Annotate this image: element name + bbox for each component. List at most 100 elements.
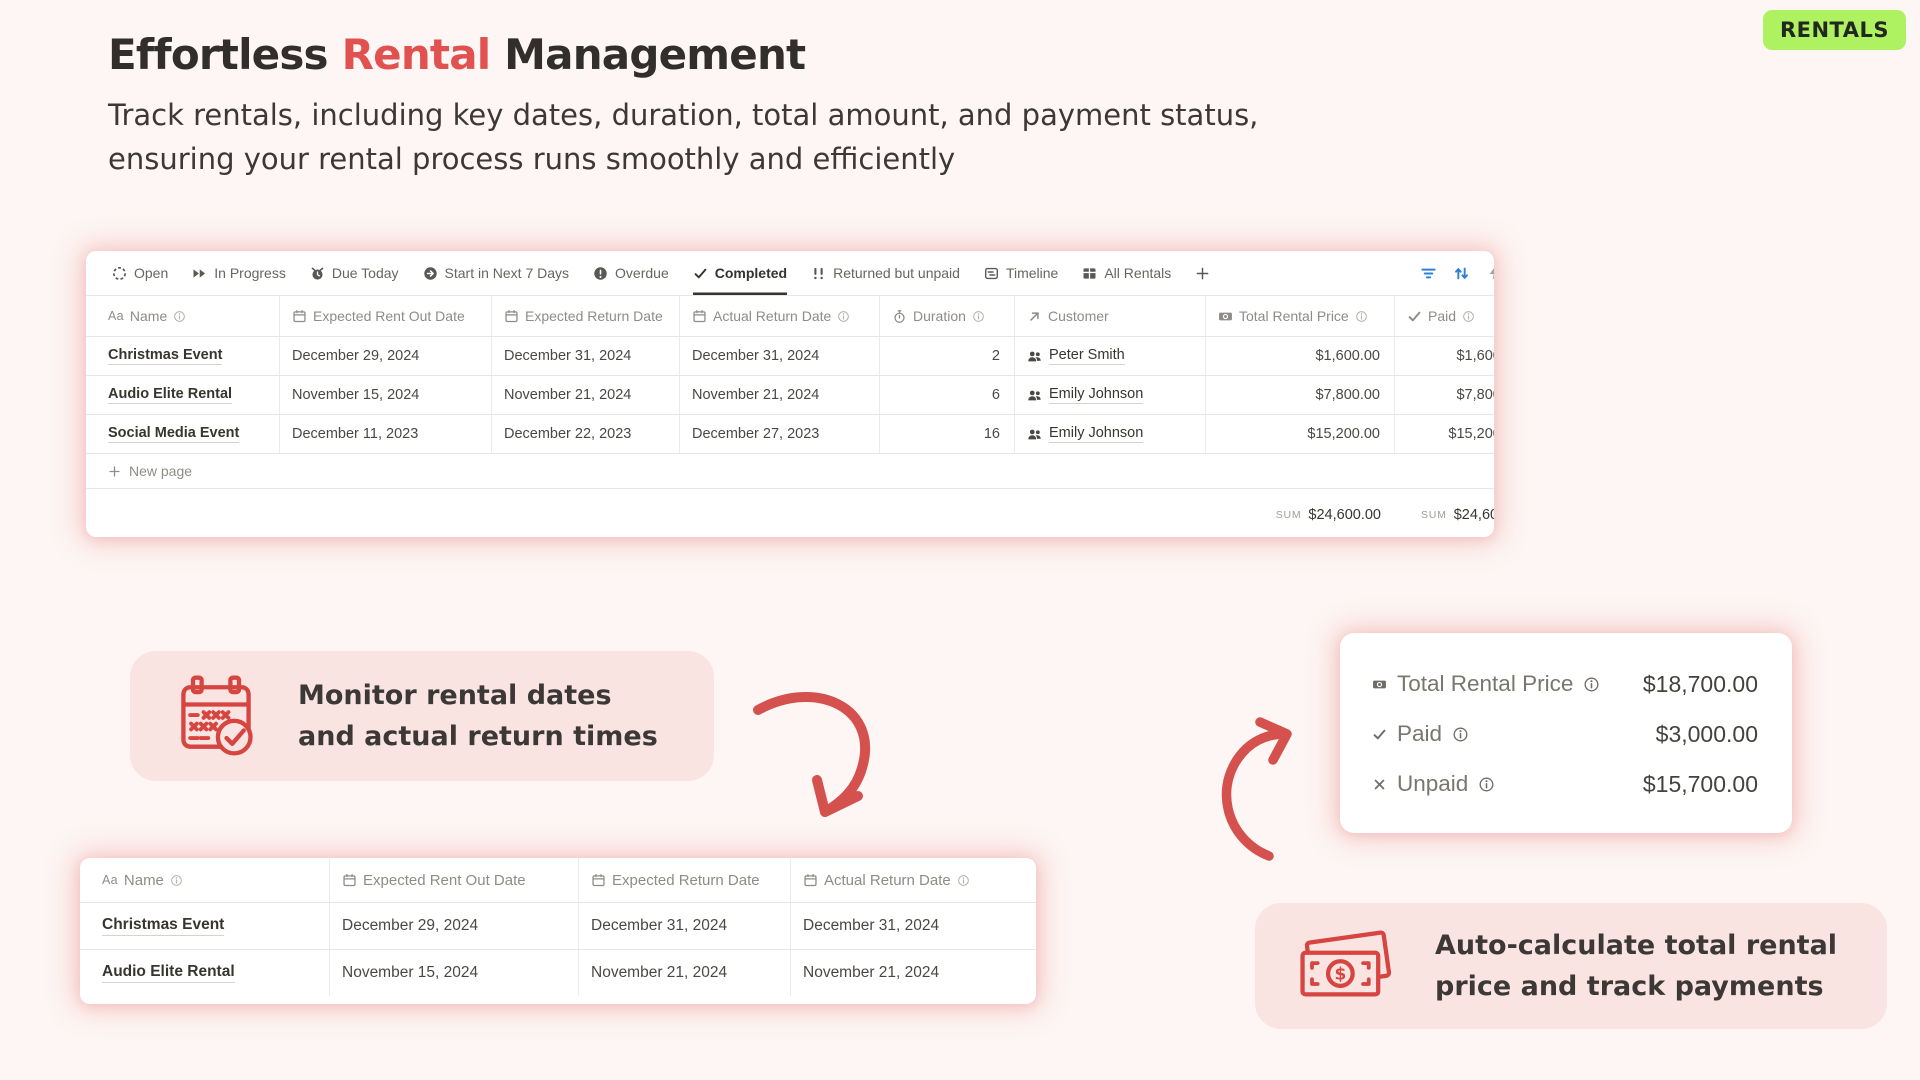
inprogress-icon: [192, 266, 207, 281]
cell-rent_out: December 29, 2024: [280, 337, 492, 375]
cell-customer: Emily Johnson: [1015, 415, 1206, 453]
tab-label: Completed: [715, 265, 787, 281]
grid-icon: [1082, 266, 1097, 281]
tab-due-today[interactable]: Due Today: [310, 251, 399, 295]
page-link[interactable]: Audio Elite Rental: [102, 963, 235, 983]
sum-paid[interactable]: SUM $24,600.00: [1395, 491, 1494, 537]
calendar-check-icon: [170, 670, 262, 762]
page-link[interactable]: Christmas Event: [102, 916, 224, 936]
tab-label: Overdue: [615, 265, 669, 281]
page: Effortless Rental Management Track renta…: [0, 0, 1920, 1080]
sum-paid-value: $24,600.00: [1454, 507, 1494, 523]
cell-duration: 16: [880, 415, 1015, 453]
column-label: Paid: [1428, 308, 1456, 324]
column-header-actual-return-date[interactable]: Actual Return Date: [791, 858, 1036, 902]
tab-returned-but-unpaid[interactable]: Returned but unpaid: [811, 251, 960, 295]
filter-icon[interactable]: [1420, 265, 1437, 282]
tab-in-progress[interactable]: In Progress: [192, 251, 286, 295]
column-label: Duration: [913, 308, 966, 324]
checkmark-icon: [1372, 727, 1387, 742]
tab-all-rentals[interactable]: All Rentals: [1082, 251, 1171, 295]
sum-total-rental-price[interactable]: SUM $24,600.00: [1206, 491, 1395, 537]
stat-value: $3,000.00: [1656, 721, 1758, 748]
cell-customer: Emily Johnson: [1015, 376, 1206, 414]
column-label: Expected Rent Out Date: [363, 872, 526, 889]
column-header-duration[interactable]: Duration: [880, 296, 1015, 336]
table-row: Audio Elite Rental November 15, 2024 Novem…: [80, 950, 1036, 996]
tab-label: In Progress: [214, 265, 286, 281]
tab-timeline[interactable]: Timeline: [984, 251, 1058, 295]
tab-start-in-next-7-days[interactable]: Start in Next 7 Days: [423, 251, 570, 295]
column-label: Name: [124, 872, 164, 889]
stat-label-group: Total Rental Price: [1372, 671, 1643, 697]
stat-value: $18,700.00: [1643, 671, 1758, 698]
stat-label: Total Rental Price: [1397, 671, 1573, 697]
column-header-name[interactable]: AaName: [86, 296, 280, 336]
svg-text:$: $: [1334, 965, 1346, 985]
cell-name: Audio Elite Rental: [80, 950, 330, 996]
rentals-table: AaNameExpected Rent Out DateExpected Ret…: [86, 296, 1494, 454]
cell-paid: $7,800.00: [1395, 376, 1494, 414]
cell-actual_return: November 21, 2024: [791, 950, 1036, 996]
column-header-expected-rent-out-date[interactable]: Expected Rent Out Date: [330, 858, 579, 902]
banknote-icon: [1372, 677, 1387, 692]
column-header-expected-return-date[interactable]: Expected Return Date: [492, 296, 680, 336]
stat-row-paid: Paid $3,000.00: [1372, 709, 1758, 759]
new-page-label: New page: [129, 463, 192, 479]
plus-icon: [1195, 266, 1210, 281]
calendar-icon: [292, 309, 307, 324]
column-header-name[interactable]: AaName: [80, 858, 330, 902]
column-header-actual-return-date[interactable]: Actual Return Date: [680, 296, 880, 336]
curved-arrow-up-icon: [1205, 706, 1320, 876]
banknotes-icon: $: [1295, 926, 1399, 1006]
column-header-expected-return-date[interactable]: Expected Return Date: [579, 858, 791, 902]
bolt-icon[interactable]: [1486, 265, 1494, 281]
column-label: Expected Return Date: [612, 872, 760, 889]
table-row: Social Media EventDecember 11, 2023Decem…: [86, 415, 1494, 454]
column-header-total-rental-price[interactable]: Total Rental Price: [1206, 296, 1395, 336]
column-label: Customer: [1048, 308, 1109, 324]
curved-arrow-down-icon: [730, 672, 900, 842]
dates-table: AaName Expected Rent Out Date Expected Ret…: [80, 858, 1036, 996]
tab-label: Start in Next 7 Days: [445, 265, 570, 281]
column-label: Actual Return Date: [713, 308, 831, 324]
tab-open[interactable]: Open: [112, 251, 168, 295]
table-header-row: AaName Expected Rent Out Date Expected Ret…: [80, 858, 1036, 903]
calendar-icon: [504, 309, 519, 324]
add-view-button[interactable]: [1195, 251, 1210, 295]
customer-link[interactable]: Peter Smith: [1049, 347, 1125, 365]
cell-customer: Peter Smith: [1015, 337, 1206, 375]
table-row: Christmas EventDecember 29, 2024December…: [86, 337, 1494, 376]
cell-paid: $1,600.00: [1395, 337, 1494, 375]
new-page-button[interactable]: New page: [86, 454, 1494, 489]
stat-label-group: Paid: [1372, 721, 1656, 747]
stat-label: Paid: [1397, 721, 1442, 747]
tab-overdue[interactable]: Overdue: [593, 251, 669, 295]
people-icon: [1027, 349, 1042, 364]
sort-icon[interactable]: [1453, 265, 1470, 282]
cell-paid: $15,200.00: [1395, 415, 1494, 453]
customer-link[interactable]: Emily Johnson: [1049, 425, 1143, 443]
cell-name: Social Media Event: [86, 415, 280, 453]
column-header-expected-rent-out-date[interactable]: Expected Rent Out Date: [280, 296, 492, 336]
payment-stats-card: Total Rental Price $18,700.00 Paid $3,000.0…: [1340, 633, 1792, 833]
checkmark-icon: [1407, 309, 1422, 324]
column-header-customer[interactable]: Customer: [1015, 296, 1206, 336]
page-link[interactable]: Social Media Event: [108, 425, 239, 443]
callout-auto-calculate-text: Auto-calculate total rentalprice and tra…: [1435, 925, 1837, 1007]
view-tabs: Open In Progress Due Today Start in Next 7 …: [112, 251, 1234, 295]
customer-link[interactable]: Emily Johnson: [1049, 386, 1143, 404]
page-link[interactable]: Audio Elite Rental: [108, 386, 232, 404]
info-icon: [972, 310, 985, 323]
cell-rent_out: November 15, 2024: [330, 950, 579, 996]
timeline-icon: [984, 266, 999, 281]
stopwatch-icon: [892, 309, 907, 324]
cell-duration: 2: [880, 337, 1015, 375]
column-header-paid[interactable]: Paid: [1395, 296, 1494, 336]
cell-total_price: $7,800.00: [1206, 376, 1395, 414]
aa-icon: Aa: [108, 309, 124, 323]
info-icon: [1355, 310, 1368, 323]
page-link[interactable]: Christmas Event: [108, 347, 222, 365]
tab-completed[interactable]: Completed: [693, 251, 787, 295]
stat-value: $15,700.00: [1643, 771, 1758, 798]
